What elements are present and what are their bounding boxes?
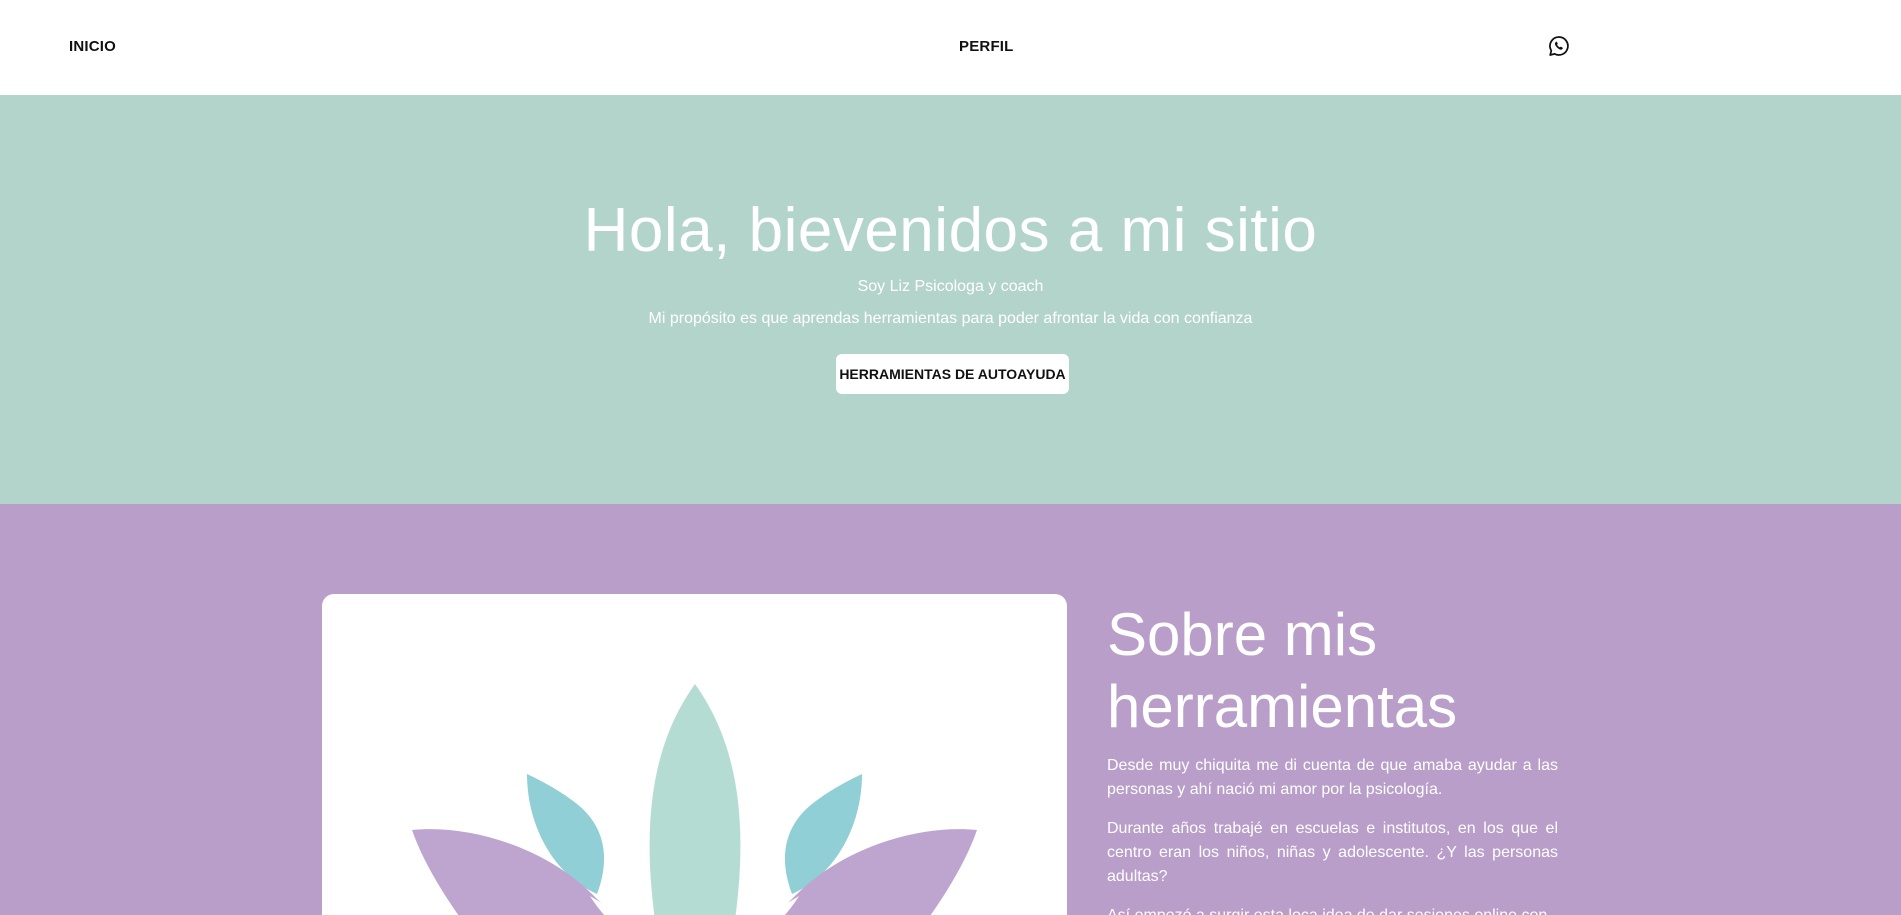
about-paragraph-1: Desde muy chiquita me di cuenta de que a… — [1107, 757, 1558, 798]
hero-section: Hola, bievenidos a mi sitio Soy Liz Psic… — [0, 95, 1901, 504]
hero-purpose-text: Mi propósito es que aprendas herramienta… — [648, 310, 1253, 327]
nav-link-perfil[interactable]: PERFIL — [959, 38, 1014, 55]
top-navigation: INICIO PERFIL — [0, 0, 1901, 95]
about-section: Sobre mis herramientas Desde muy chiquit… — [0, 504, 1901, 915]
lotus-image-card — [322, 594, 1067, 915]
about-paragraph-3: Así empezó a surgir esta loca idea de da… — [1107, 904, 1558, 915]
hero-subtitle: Soy Liz Psicologa y coach — [857, 278, 1044, 295]
about-paragraph-2: Durante años trabajé en escuelas e insti… — [1107, 820, 1558, 885]
about-title-line1: Sobre mis — [1107, 601, 1378, 668]
about-title: Sobre mis herramientas — [1107, 599, 1457, 743]
about-title-line2: herramientas — [1107, 673, 1458, 740]
whatsapp-icon[interactable] — [1548, 35, 1570, 57]
hero-title: Hola, bievenidos a mi sitio — [583, 196, 1318, 265]
self-help-tools-button[interactable]: HERRAMIENTAS DE AUTOAYUDA — [836, 354, 1069, 394]
nav-link-inicio[interactable]: INICIO — [69, 38, 116, 55]
lotus-logo-image — [412, 684, 977, 915]
